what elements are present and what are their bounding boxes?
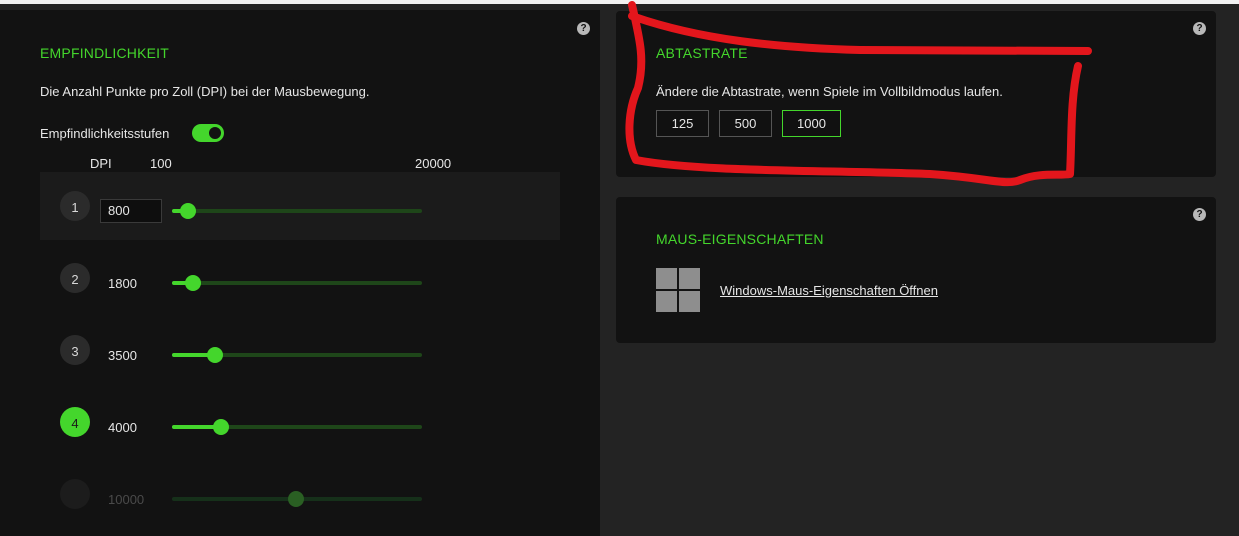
mouse-properties-card: [616, 197, 1216, 343]
dpi-slider-thumb[interactable]: [185, 275, 202, 291]
dpi-stage-row[interactable]: 1 800: [40, 172, 560, 240]
dpi-stage-row[interactable]: 3 3500: [40, 316, 560, 384]
sensitivity-stages-label: Empfindlichkeitsstufen: [40, 126, 170, 141]
dpi-stage-row[interactable]: 2 1800: [40, 244, 560, 312]
dpi-value-label: 1800: [108, 276, 137, 291]
mouse-properties-help-icon[interactable]: ?: [1193, 208, 1206, 221]
dpi-stage-number[interactable]: 3: [60, 335, 90, 365]
dpi-stage-number[interactable]: 4: [60, 407, 90, 437]
dpi-column-label: DPI: [90, 156, 112, 171]
polling-rate-1000-button[interactable]: 1000: [782, 110, 841, 137]
windows-mouse-properties-link[interactable]: Windows-Maus-Eigenschaften Öffnen: [720, 283, 938, 298]
dpi-value-input[interactable]: 800: [100, 199, 162, 223]
dpi-slider-thumb[interactable]: [288, 491, 305, 507]
polling-rate-500-button[interactable]: 500: [719, 110, 772, 137]
dpi-value-label: 3500: [108, 348, 137, 363]
windows-logo-icon: [656, 268, 700, 312]
dpi-slider-track[interactable]: [172, 419, 422, 435]
dpi-value-label: 4000: [108, 420, 137, 435]
polling-title: ABTASTRATE: [656, 45, 748, 61]
dpi-slider-track[interactable]: [172, 347, 422, 363]
toggle-knob: [209, 127, 221, 139]
dpi-slider-thumb[interactable]: [180, 203, 196, 219]
polling-description: Ändere die Abtastrate, wenn Spiele im Vo…: [656, 84, 1003, 99]
sensitivity-description: Die Anzahl Punkte pro Zoll (DPI) bei der…: [40, 84, 370, 99]
dpi-stage-number[interactable]: 1: [60, 191, 90, 221]
dpi-stage-number[interactable]: 2: [60, 263, 90, 293]
dpi-slider-thumb[interactable]: [206, 347, 223, 363]
sensitivity-stages-toggle[interactable]: [192, 124, 224, 142]
dpi-slider-thumb[interactable]: [212, 419, 229, 435]
polling-rate-125-button[interactable]: 125: [656, 110, 709, 137]
dpi-stage-number[interactable]: [60, 479, 90, 509]
mouse-properties-title: MAUS-EIGENSCHAFTEN: [656, 231, 824, 247]
dpi-stage-row[interactable]: 10000: [40, 460, 560, 528]
top-edge-strip: [0, 0, 1239, 4]
polling-help-icon[interactable]: ?: [1193, 22, 1206, 35]
sensitivity-panel: ? EMPFINDLICHKEIT Die Anzahl Punkte pro …: [0, 10, 600, 536]
dpi-slider-track[interactable]: [172, 491, 422, 507]
dpi-range-min: 100: [150, 156, 172, 171]
dpi-value-label: 10000: [108, 492, 145, 507]
dpi-range-max: 20000: [415, 156, 452, 171]
dpi-slider-track[interactable]: [172, 203, 422, 219]
dpi-stage-row[interactable]: 4 4000: [40, 388, 560, 456]
dpi-slider-track[interactable]: [172, 275, 422, 291]
sensitivity-help-icon[interactable]: ?: [577, 22, 590, 35]
sensitivity-title: EMPFINDLICHKEIT: [40, 45, 170, 61]
